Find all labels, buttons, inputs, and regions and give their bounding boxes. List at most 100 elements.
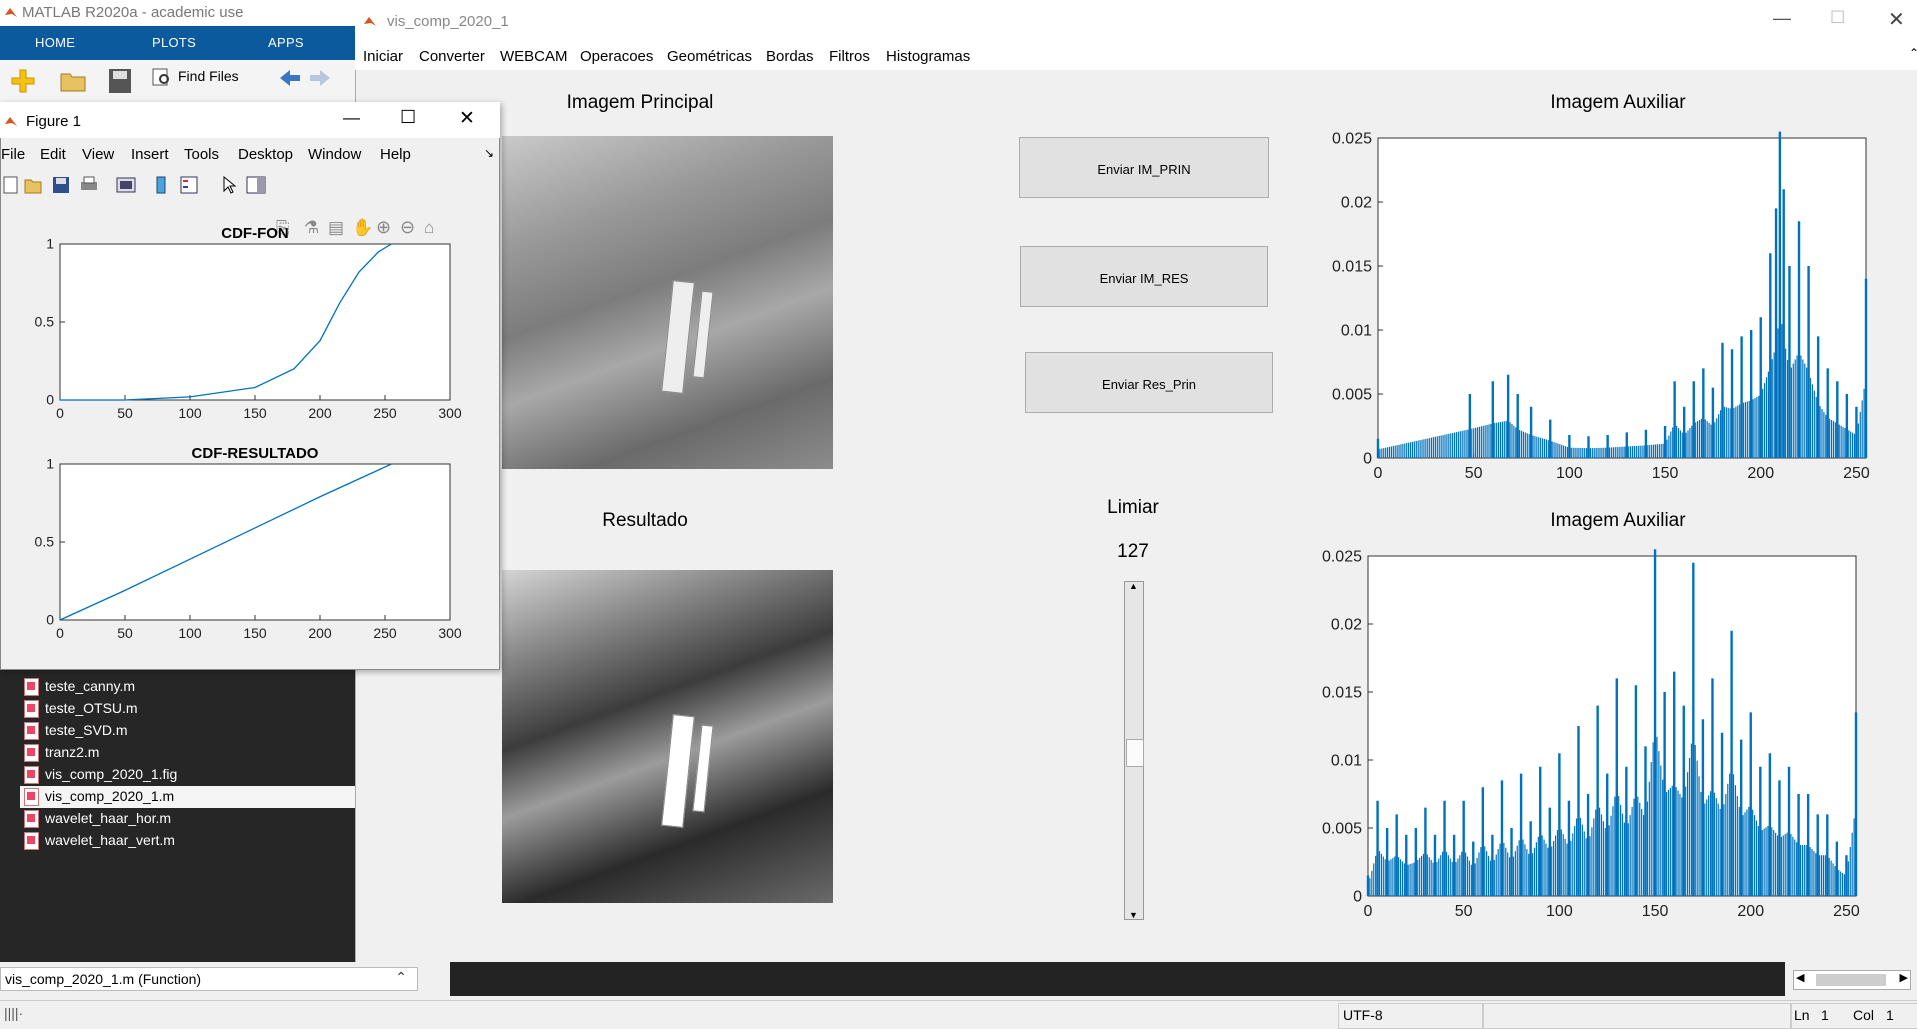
threshold-label: Limiar xyxy=(1107,497,1159,518)
send-im-prin-button[interactable]: Enviar IM_PRIN xyxy=(1019,137,1269,198)
slider-down-icon[interactable]: ▼ xyxy=(1129,910,1138,920)
horizontal-scrollbar[interactable]: ◀ ▶ xyxy=(1793,970,1911,990)
slider-up-icon[interactable]: ▲ xyxy=(1129,581,1138,591)
forward-arrow-icon[interactable] xyxy=(308,68,332,91)
cdf-resultado-plot: 0 50 100 150 200 250 300 0 0.5 1 CDF-RESULTADO xyxy=(35,445,462,641)
menu-file[interactable]: File xyxy=(1,146,25,163)
file-item[interactable]: teste_SVD.m xyxy=(20,720,355,742)
minimize-icon[interactable]: — xyxy=(343,108,360,128)
close-icon[interactable]: ✕ xyxy=(459,107,475,130)
file-item-selected[interactable]: vis_comp_2020_1.m xyxy=(20,786,355,808)
menu-window[interactable]: Window xyxy=(308,146,361,163)
file-item[interactable]: vis_comp_2020_1.fig xyxy=(20,764,355,786)
menu-iniciar[interactable]: Iniciar xyxy=(363,48,403,65)
menu-overflow-icon[interactable]: ⌃ xyxy=(1909,46,1917,60)
ln-value: 1 xyxy=(1821,1007,1829,1023)
link-plot-icon[interactable] xyxy=(116,176,136,194)
figure-1-menu-bar: File Edit View Insert Tools Desktop Wind… xyxy=(0,142,500,164)
menu-webcam[interactable]: WEBCAM xyxy=(500,48,568,65)
back-arrow-icon[interactable] xyxy=(278,68,302,91)
m-file-icon xyxy=(24,744,39,762)
menu-histogramas[interactable]: Histogramas xyxy=(886,48,970,65)
find-files-icon xyxy=(152,68,169,86)
legend-icon[interactable] xyxy=(180,176,198,194)
status-empty-field xyxy=(1482,1003,1792,1029)
menu-operacoes[interactable]: Operacoes xyxy=(580,48,653,65)
x-tick-label: 250 xyxy=(1833,903,1860,920)
matlab-toolbar: Find Files xyxy=(0,60,355,102)
tab-plots[interactable]: PLOTS xyxy=(152,35,196,50)
new-script-icon[interactable] xyxy=(10,68,36,94)
colorbar-icon[interactable] xyxy=(152,176,170,194)
y-tick-label: 0.5 xyxy=(35,314,55,330)
print-icon[interactable] xyxy=(80,176,98,194)
y-tick-label: 0.02 xyxy=(1331,616,1362,633)
x-tick-label: 150 xyxy=(243,625,267,641)
y-tick-label: 0.01 xyxy=(1331,752,1362,769)
menu-geometricas[interactable]: Geométricas xyxy=(667,48,752,65)
maximize-icon[interactable]: ☐ xyxy=(400,107,416,128)
x-tick-label: 100 xyxy=(1556,465,1583,482)
result-image xyxy=(502,570,833,903)
minimize-icon[interactable]: — xyxy=(1773,8,1791,29)
result-image-title: Resultado xyxy=(602,510,688,531)
details-text: vis_comp_2020_1.m (Function) xyxy=(5,971,202,987)
open-file-icon[interactable] xyxy=(24,176,42,194)
scroll-left-icon[interactable]: ◀ xyxy=(1796,971,1804,984)
menu-bordas[interactable]: Bordas xyxy=(766,48,814,65)
matlab-ribbon-tabs: HOME PLOTS APPS xyxy=(0,26,355,60)
y-tick-label: 0.005 xyxy=(1322,820,1362,837)
chevron-up-icon[interactable]: ⌃ xyxy=(395,969,407,986)
menu-insert[interactable]: Insert xyxy=(131,146,169,163)
new-figure-icon[interactable] xyxy=(2,176,20,194)
menu-desktop[interactable]: Desktop xyxy=(238,146,293,163)
find-files-button[interactable]: Find Files xyxy=(152,66,262,88)
x-tick-label: 300 xyxy=(438,625,462,641)
file-item[interactable]: wavelet_haar_hor.m xyxy=(20,808,355,830)
x-tick-label: 100 xyxy=(178,405,202,421)
slider-thumb[interactable] xyxy=(1126,738,1144,767)
x-tick-label: 0 xyxy=(1374,465,1383,482)
y-tick-label: 0.015 xyxy=(1322,684,1362,701)
x-tick-label: 250 xyxy=(373,625,397,641)
x-tick-label: 100 xyxy=(178,625,202,641)
maximize-icon[interactable]: ☐ xyxy=(1830,8,1845,28)
dock-arrow-icon[interactable]: ↘ xyxy=(484,146,494,160)
threshold-value: 127 xyxy=(1117,541,1149,562)
threshold-slider[interactable]: ▲ ▼ xyxy=(1124,581,1144,920)
send-res-prin-button[interactable]: Enviar Res_Prin xyxy=(1025,352,1273,413)
command-window-strip[interactable] xyxy=(450,962,1785,996)
histogram-1: 0 50 100 150 200 250 0 0.005 0.01 0.015 0.02 0.025 xyxy=(1332,130,1870,482)
x-tick-label: 50 xyxy=(1465,465,1483,482)
file-item[interactable]: teste_OTSU.m xyxy=(20,698,355,720)
cdf-fon-plot: 0 50 100 150 200 250 300 0 0.5 1 CDF-FON xyxy=(35,225,462,421)
matlab-logo-icon xyxy=(5,8,17,17)
m-file-icon xyxy=(24,788,39,806)
tab-home[interactable]: HOME xyxy=(35,35,75,50)
scroll-thumb[interactable] xyxy=(1816,974,1886,986)
save-figure-icon[interactable] xyxy=(52,176,70,194)
encoding-label: UTF-8 xyxy=(1343,1007,1383,1023)
menu-tools[interactable]: Tools xyxy=(184,146,219,163)
send-im-res-button[interactable]: Enviar IM_RES xyxy=(1020,246,1268,307)
close-icon[interactable]: ✕ xyxy=(1888,7,1905,32)
open-folder-icon[interactable] xyxy=(60,70,86,92)
file-item[interactable]: wavelet_haar_vert.m xyxy=(20,830,355,852)
file-item[interactable]: tranz2.m xyxy=(20,742,355,764)
menu-converter[interactable]: Converter xyxy=(419,48,485,65)
menu-view[interactable]: View xyxy=(82,146,114,163)
menu-edit[interactable]: Edit xyxy=(40,146,66,163)
property-editor-icon[interactable] xyxy=(246,176,266,194)
aux-title-1: Imagem Auxiliar xyxy=(1550,92,1686,113)
file-item[interactable]: teste_canny.m xyxy=(20,676,355,698)
menu-filtros[interactable]: Filtros xyxy=(829,48,870,65)
pointer-icon[interactable] xyxy=(220,175,238,194)
details-bar[interactable]: vis_comp_2020_1.m (Function) ⌃ xyxy=(0,967,418,991)
chart-title: CDF-FON xyxy=(221,225,289,242)
scroll-right-icon[interactable]: ▶ xyxy=(1900,971,1908,984)
y-tick-label: 0.025 xyxy=(1332,130,1372,147)
save-icon[interactable] xyxy=(108,68,132,94)
menu-help[interactable]: Help xyxy=(380,146,411,163)
x-tick-label: 150 xyxy=(1652,465,1679,482)
tab-apps[interactable]: APPS xyxy=(268,35,304,50)
